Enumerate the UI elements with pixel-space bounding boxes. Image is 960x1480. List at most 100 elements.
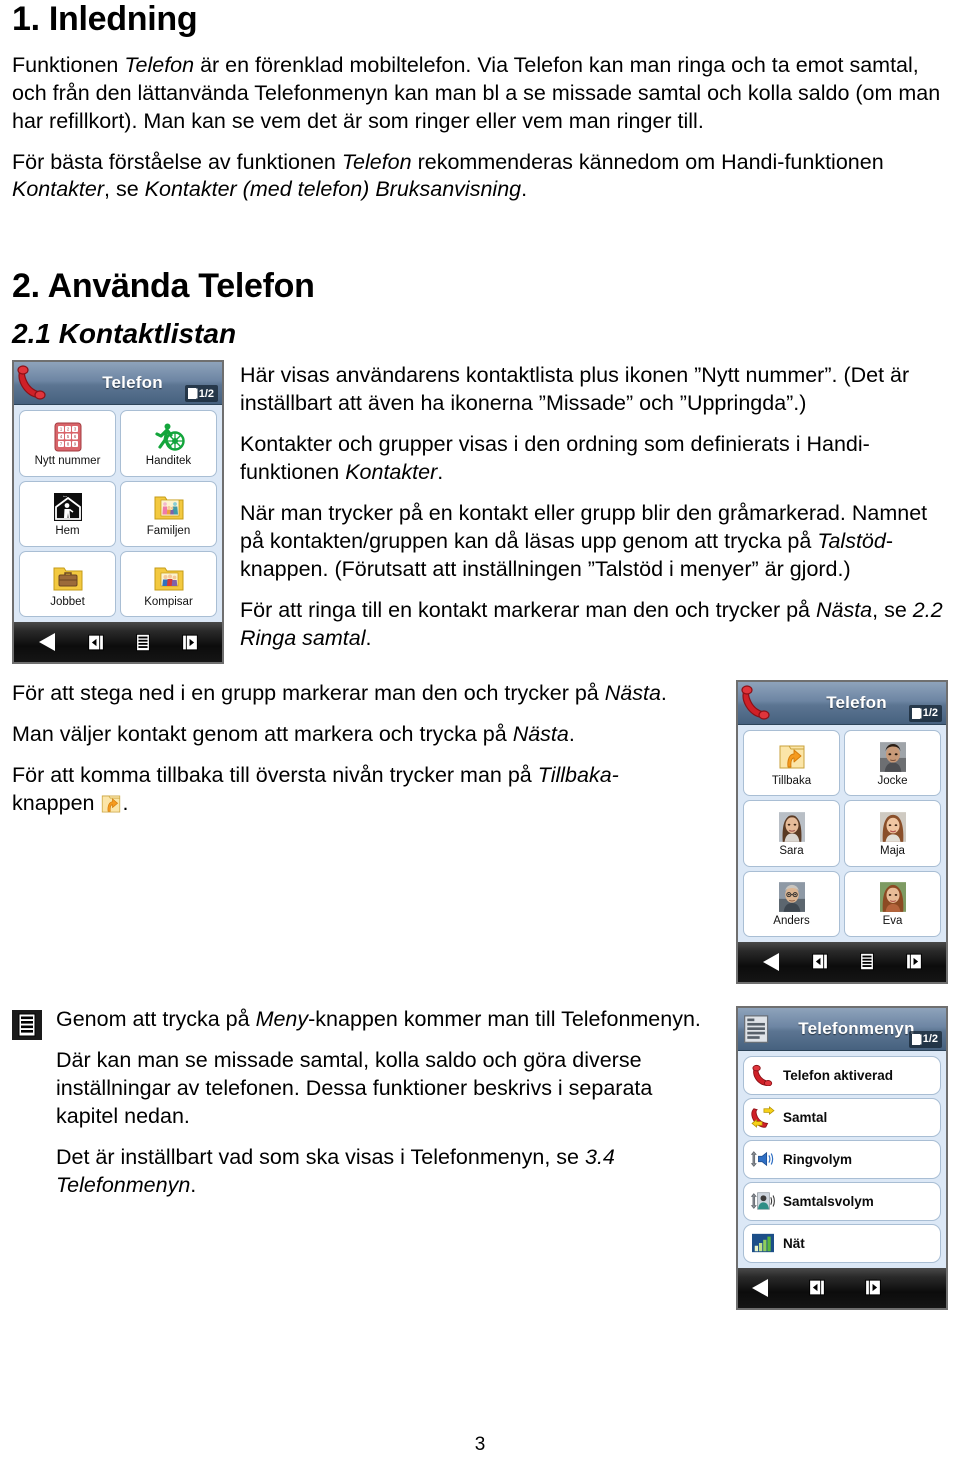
phone-content: 123 456 789 Nytt nummer Handitek hem Hem… [14,405,222,623]
grupp-paragraph-2: Man väljer kontakt genom att markera och… [12,721,575,746]
page-indicator-label: 1/2 [198,387,214,400]
menu-list: Telefon aktiverad Samtal Ringvolym Samta… [743,1055,941,1263]
call-volume-person-icon [749,1189,777,1213]
ring-volume-speaker-icon [749,1147,777,1171]
menu-icon[interactable] [133,632,153,653]
phone-header: Telefon 1/2 [14,362,222,406]
intro-paragraph-1: Funktionen Telefon är en förenklad mobil… [12,52,941,133]
contact-photo-jocke [876,740,910,774]
phone-screen-kontakter[interactable]: Telefon 1/2 Tillbaka Jocke Sara Maja And… [736,679,948,984]
menu-row-samtalsvolym[interactable]: Samtalsvolym [743,1181,941,1221]
kontaktlistan-paragraph-2: Kontakter och grupper visas i den ordnin… [240,432,870,485]
page-left-icon[interactable] [85,632,107,653]
page-number: 3 [474,1434,486,1455]
grupp-row: För att stega ned i en grupp markerar ma… [12,679,948,984]
section-heading-anvanda-telefon: 2. Använda Telefon [12,267,315,306]
tile-jocke[interactable]: Jocke [844,729,941,797]
tile-eva[interactable]: Eva [844,870,941,937]
menu-row-samtal[interactable]: Samtal [743,1097,941,1137]
tile-label: Maja [880,844,905,857]
back-arrow-icon[interactable] [35,631,59,653]
contact-photo-eva [876,880,910,914]
contact-photo-sara [775,810,809,844]
telefonmenyn-paragraph-3: Det är inställbart vad som ska visas i T… [56,1144,615,1197]
network-bars-icon [749,1231,777,1255]
menu-row-label: Nät [783,1235,805,1251]
page-indicator: 1/2 [908,704,942,722]
tile-jobbet[interactable]: Jobbet [19,551,116,618]
menu-list-icon [739,1010,773,1048]
page-stack-icon [911,1033,920,1045]
page-stack-icon [911,707,920,719]
back-folder-arrow-icon [775,740,809,774]
phone-navbar [738,941,946,982]
menu-row-nat[interactable]: Nät [743,1223,941,1263]
telefonmenyn-row: Genom att trycka på Meny-knappen kommer … [12,1005,948,1310]
phone-content: Telefon aktiverad Samtal Ringvolym Samta… [738,1050,946,1268]
grupp-paragraph-1: För att stega ned i en grupp markerar ma… [12,680,667,705]
phone-navbar [738,1267,946,1308]
call-arrows-icon [749,1105,777,1129]
tile-label: Handitek [145,455,192,468]
red-phone-handset-icon [15,364,49,402]
back-arrow-icon[interactable] [759,951,783,973]
page-stack-icon [187,388,196,400]
page-left-icon[interactable] [806,1277,828,1298]
phone-header: Telefonmenyn 1/2 [738,1007,946,1051]
menu-row-label: Ringvolym [783,1151,853,1167]
contact-photo-anders [775,880,809,914]
intro-paragraph-2: För bästa förståelse av funktionen Telef… [12,149,884,202]
page-indicator-label: 1/2 [922,1033,938,1046]
tile-label: Kompisar [144,595,193,608]
menu-icon[interactable] [857,951,877,972]
contact-photo-maja [876,810,910,844]
tile-hem[interactable]: hem Hem [19,480,116,548]
page-indicator-label: 1/2 [922,707,938,720]
tile-label: Anders [773,915,810,928]
kontaktlistan-paragraph-4: För att ringa till en kontakt markerar m… [240,598,943,650]
tile-label: Tillbaka [771,774,812,787]
tile-label: Hem [55,525,80,538]
page-right-icon[interactable] [862,1277,884,1298]
tile-familjen[interactable]: Familjen [120,480,217,548]
phone-screen-kontaktlistan[interactable]: Telefon 1/2 1 2 3 4 5 6 7 8 9 Nytt numme… [12,360,224,665]
red-phone-handset-icon [739,684,773,722]
phone-header: Telefon 1/2 [738,681,946,725]
page-title: 1. Inledning [12,0,198,38]
tile-label: Jobbet [50,595,85,608]
svg-text:hem: hem [63,496,67,498]
menu-row-label: Samtal [783,1109,828,1125]
telefonmenyn-paragraph-2: Där kan man se missade samtal, kolla sal… [56,1047,653,1128]
tile-nytt-nummer[interactable]: 123 456 789 Nytt nummer [19,410,116,477]
telefonmenyn-paragraph-1: Genom att trycka på Meny-knappen kommer … [56,1006,701,1031]
tile-handitek[interactable]: Handitek [120,410,217,477]
keypad-icon: 123 456 789 [51,420,85,454]
page-left-icon[interactable] [809,951,831,972]
tile-label: Sara [779,844,804,857]
tile-label: Familjen [146,525,191,538]
contact-grid: Tillbaka Jocke Sara Maja Anders Eva [743,729,941,937]
tile-label: Jocke [877,774,908,787]
page-indicator: 1/2 [908,1030,942,1048]
menu-row-telefon-aktiverad[interactable]: Telefon aktiverad [743,1055,941,1095]
page-right-icon[interactable] [179,632,201,653]
kontaktlistan-row: Telefon 1/2 1 2 3 4 5 6 7 8 9 Nytt numme… [12,360,948,665]
tile-tillbaka[interactable]: Tillbaka [743,729,840,797]
kontaktlistan-paragraph-1: Här visas användarens kontaktlista plus … [240,363,910,416]
tile-sara[interactable]: Sara [743,800,840,867]
telefonmenyn-text: Genom att trycka på Meny-knappen kommer … [12,1006,712,1213]
menu-row-ringvolym[interactable]: Ringvolym [743,1139,941,1179]
folder-briefcase-icon [51,561,85,595]
tile-maja[interactable]: Maja [844,800,941,867]
menu-row-label: Samtalsvolym [783,1193,874,1209]
back-arrow-icon[interactable] [748,1277,772,1299]
contact-grid: 123 456 789 Nytt nummer Handitek hem Hem… [19,410,217,618]
phone-navbar [14,622,222,663]
tile-anders[interactable]: Anders [743,870,840,937]
grupp-text: För att stega ned i en grupp markerar ma… [12,680,712,831]
folder-family-icon [152,490,186,524]
page-right-icon[interactable] [903,951,925,972]
page-indicator: 1/2 [184,385,218,403]
tile-kompisar[interactable]: Kompisar [120,551,217,618]
phone-screen-telefonmenyn[interactable]: Telefonmenyn 1/2 Telefon aktiverad Samta… [736,1005,948,1310]
